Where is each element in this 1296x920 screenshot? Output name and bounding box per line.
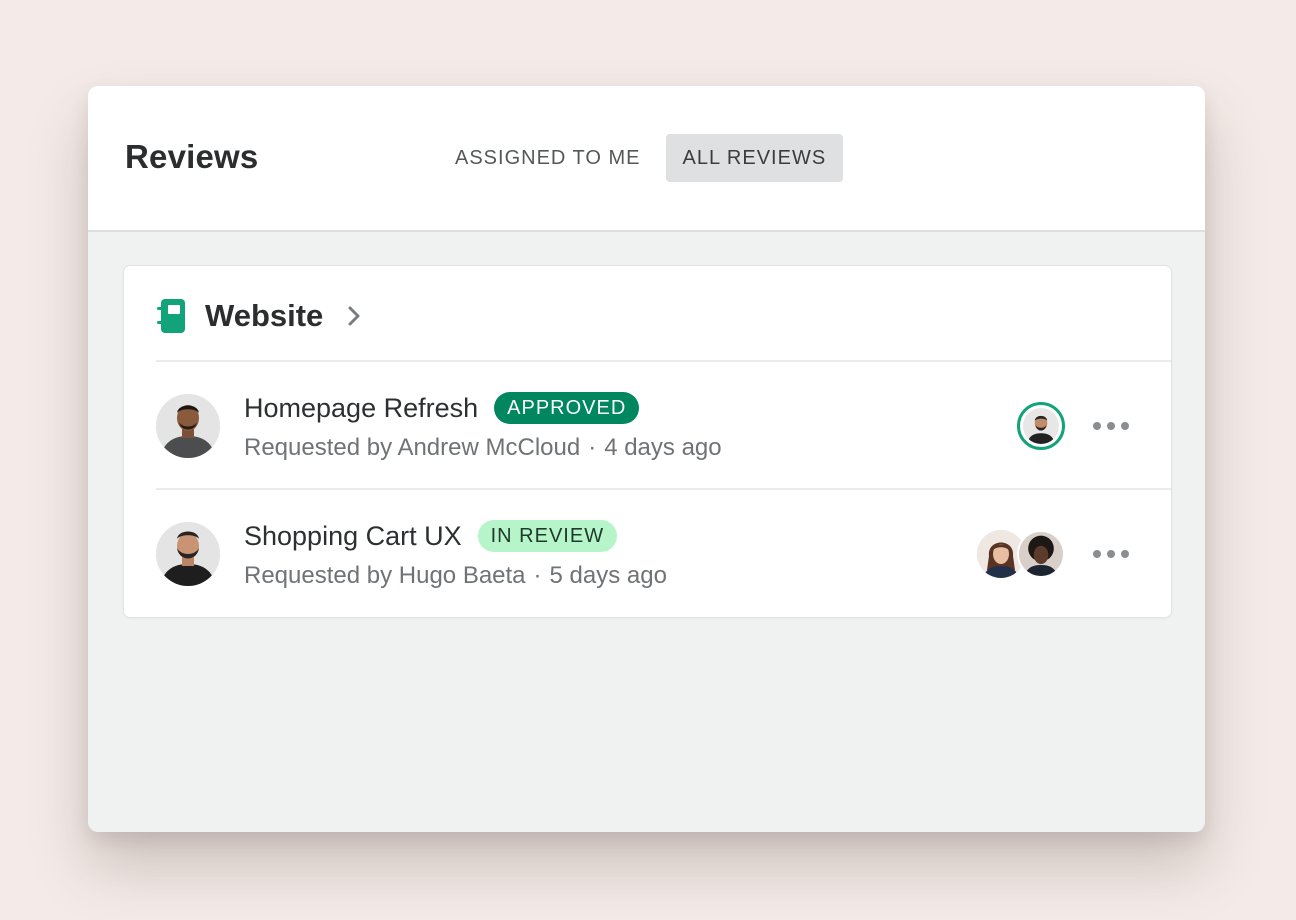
review-row[interactable]: Homepage Refresh APPROVED Requested by A… — [156, 362, 1171, 490]
requested-by: Requested by Andrew McCloud — [244, 434, 581, 461]
review-title[interactable]: Homepage Refresh — [244, 393, 478, 424]
tab-bar: ASSIGNED TO ME ALL REVIEWS — [438, 134, 844, 182]
review-title[interactable]: Shopping Cart UX — [244, 521, 462, 552]
reviewers — [1017, 402, 1065, 450]
header: Reviews ASSIGNED TO ME ALL REVIEWS — [88, 86, 1205, 232]
more-options-icon[interactable] — [1093, 414, 1129, 438]
meta-separator: · — [588, 434, 597, 461]
review-row[interactable]: Shopping Cart UX IN REVIEW Requested by … — [156, 490, 1171, 618]
reviews-window: Reviews ASSIGNED TO ME ALL REVIEWS Websi… — [88, 86, 1205, 832]
request-time: 5 days ago — [549, 562, 667, 589]
status-badge-in-review: IN REVIEW — [477, 520, 618, 552]
meta-separator: · — [533, 562, 542, 589]
requester-avatar — [156, 522, 220, 586]
requested-by: Requested by Hugo Baeta — [244, 562, 526, 589]
more-options-icon[interactable] — [1093, 542, 1129, 566]
request-time: 4 days ago — [604, 434, 722, 461]
tab-all-reviews[interactable]: ALL REVIEWS — [665, 134, 844, 182]
reviewers — [977, 530, 1065, 578]
review-meta: Requested by Hugo Baeta · 5 days ago — [244, 562, 667, 590]
project-card: Website Homepage Refresh APPROVED Reques… — [124, 266, 1171, 617]
requester-avatar — [156, 394, 220, 458]
page-title: Reviews — [125, 138, 259, 175]
project-name: Website — [205, 298, 324, 333]
reviewer-avatar-approved[interactable] — [1017, 402, 1065, 450]
chevron-right-icon[interactable] — [347, 305, 361, 327]
status-badge-approved: APPROVED — [494, 392, 640, 424]
tab-assigned-to-me[interactable]: ASSIGNED TO ME — [438, 134, 658, 182]
notebook-icon — [157, 299, 185, 333]
project-header[interactable]: Website — [157, 296, 361, 336]
review-meta: Requested by Andrew McCloud · 4 days ago — [244, 434, 722, 462]
reviewer-avatar[interactable] — [1017, 530, 1065, 578]
